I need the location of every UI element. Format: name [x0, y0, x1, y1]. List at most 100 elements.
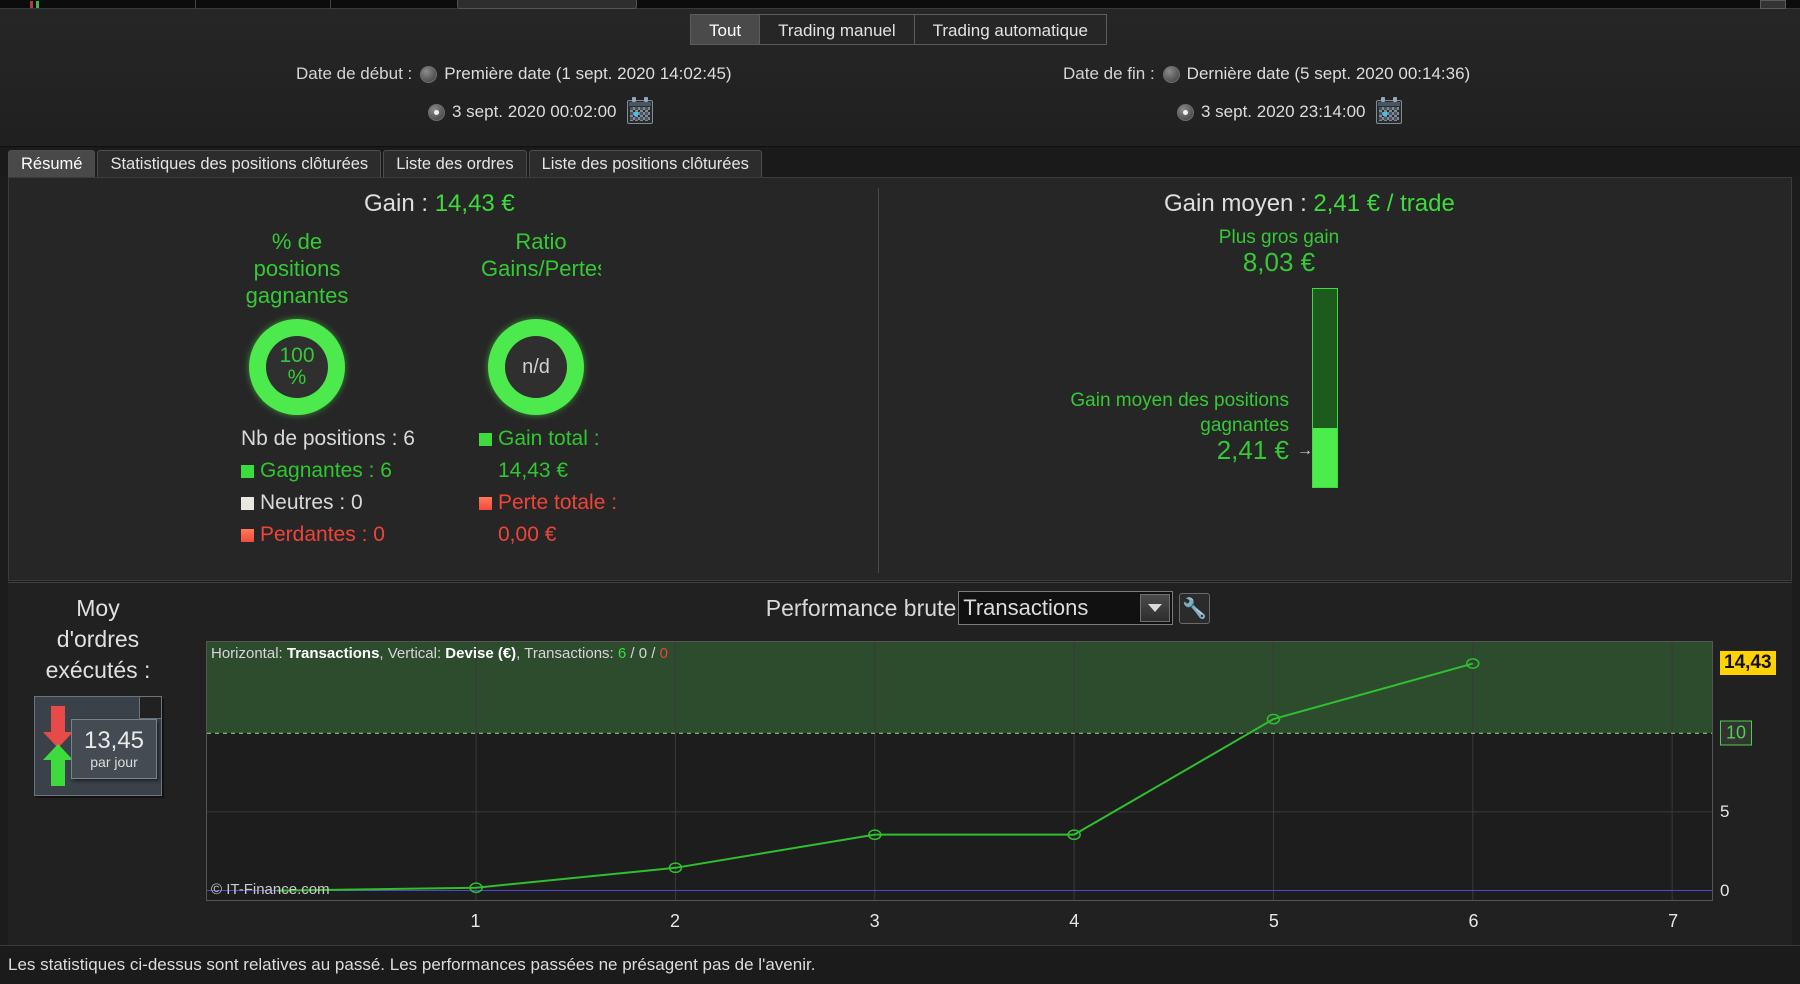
gauge-win-percent-suffix: % [287, 366, 307, 389]
arrow-down-icon [43, 706, 73, 748]
chart-data-points [470, 659, 1479, 892]
disclaimer-bar: Les statistiques ci-dessus sont relative… [0, 945, 1800, 984]
legend-vertical-prefix: , Vertical: [379, 645, 442, 662]
legend-horizontal-value: Transactions [286, 645, 380, 662]
gauge-ratio-value: n/d [522, 356, 550, 378]
date-end-custom-value[interactable]: 3 sept. 2020 23:14:00 [1201, 102, 1365, 122]
date-end-last-radio[interactable] [1162, 65, 1180, 83]
legend-horizontal-prefix: Horizontal: [211, 645, 283, 662]
mode-tab-group: Tout Trading manuel Trading automatique [690, 14, 1107, 45]
mode-tab-trading-automatique[interactable]: Trading automatique [914, 14, 1107, 45]
gain-title-value: 14,43 € [434, 190, 515, 217]
biggest-gain-value: 8,03 € [1242, 247, 1316, 277]
x-axis-tick: 4 [1069, 911, 1080, 931]
avg-orders-caption-2: d'ordres [56, 626, 140, 652]
legend-losses-count: 0 [659, 645, 668, 662]
section-tab-bar: Résumé Statistiques des positions clôtur… [0, 147, 1800, 177]
x-axis-tick: 2 [670, 911, 681, 931]
chart-copyright: © IT-Finance.com [211, 881, 330, 898]
date-start-block: Date de début : Première date (1 sept. 2… [296, 61, 732, 127]
avg-gain-value: 2,41 € [1216, 435, 1289, 465]
tab-resume[interactable]: Résumé [8, 150, 96, 177]
wrench-icon[interactable]: 🔧 [1179, 592, 1211, 624]
gauge-ratio-donut: n/d [488, 319, 584, 415]
x-axis-tick: 6 [1468, 911, 1479, 931]
summary-panel: Gain : 14,43 € % de positions gagnantes … [8, 177, 1792, 581]
y-axis-tick: 0 [1720, 881, 1730, 901]
chart-header: Performance brute Transactions 🔧 [188, 591, 1788, 625]
legend-wins-count: 6 [617, 645, 627, 662]
window-control-stub[interactable] [1760, 0, 1786, 9]
date-start-custom-value[interactable]: 3 sept. 2020 00:02:00 [452, 102, 616, 122]
gain-total-label: Gain total : [498, 427, 600, 450]
date-end-label: Date de fin : [1063, 64, 1155, 83]
positions-winners-label: Gagnantes : 6 [260, 459, 392, 482]
chart-svg [207, 642, 1712, 900]
x-axis-tick: 5 [1268, 911, 1279, 931]
gauge-win-percent-donut: 100 % [249, 319, 345, 415]
filter-header: Tout Trading manuel Trading automatique … [0, 9, 1800, 147]
gain-moyen-title-label: Gain moyen : [1164, 190, 1307, 217]
gain-total-swatch-icon [479, 432, 492, 446]
status-indicator-red [30, 1, 33, 8]
mode-tab-trading-manuel[interactable]: Trading manuel [760, 14, 915, 45]
mode-tab-tout[interactable]: Tout [690, 14, 761, 45]
top-toolbar-button[interactable] [457, 0, 637, 9]
positions-neutral-label: Neutres : 0 [260, 491, 363, 514]
performance-chart-wrap: Performance brute Transactions 🔧 Horizon… [188, 583, 1788, 945]
chart-x-axis: 1 2 3 4 5 6 7 [206, 911, 1713, 937]
avg-orders-box: Moy d'ordres exécutés : 13,45 par jour [18, 593, 178, 796]
performance-plot[interactable]: Horizontal: Transactions, Vertical: Devi… [206, 641, 1713, 901]
y-axis-tick: 10 [1720, 720, 1753, 746]
legend-vertical-value: Devise (€) [445, 645, 517, 662]
gain-bar-chart [1312, 288, 1338, 488]
chevron-down-icon[interactable] [1140, 594, 1171, 622]
date-start-custom-radio[interactable] [428, 103, 445, 121]
date-end-custom-radio[interactable] [1177, 103, 1194, 121]
y-axis-tick: 14,43 [1720, 650, 1776, 675]
positions-losers-label: Perdantes : 0 [260, 523, 385, 546]
gain-total-value: 14,43 € [498, 459, 569, 482]
gauge-ratio-caption-2: Gains/Pertes [481, 256, 601, 281]
perte-total-value: 0,00 € [498, 523, 557, 546]
date-filter-row: Date de début : Première date (1 sept. 2… [0, 61, 1800, 147]
tab-liste-positions-cloturees[interactable]: Liste des positions clôturées [528, 150, 762, 177]
chart-mode-select-value: Transactions [963, 595, 1089, 620]
gauge-win-percent-caption-1: % de [271, 229, 323, 254]
y-axis-tick: 5 [1720, 802, 1730, 822]
date-start-label: Date de début : [296, 64, 413, 83]
legend-counts-label: , Transactions: [516, 645, 614, 662]
legend-neutral-count: 0 [638, 645, 648, 662]
losers-swatch-icon [241, 528, 254, 542]
gauge-ratio-caption-1: Ratio [515, 229, 567, 254]
tab-liste-des-ordres[interactable]: Liste des ordres [383, 150, 527, 177]
gain-moyen-title-value: 2,41 € / trade [1313, 190, 1455, 217]
gauge-ratio: Ratio Gains/Pertes n/d [481, 228, 601, 415]
date-end-last-option-label: Dernière date (5 sept. 2020 00:14:36) [1186, 64, 1471, 83]
document-fold-icon [139, 697, 161, 719]
chart-mode-select[interactable]: Transactions [958, 591, 1174, 625]
calendar-icon[interactable] [627, 97, 654, 124]
date-end-block: Date de fin : Dernière date (5 sept. 202… [1063, 61, 1470, 127]
gain-title-label: Gain : [364, 190, 429, 217]
avg-orders-tooltip: 13,45 par jour [71, 719, 157, 779]
performance-section: Moy d'ordres exécutés : 13,45 par jour P… [8, 583, 1792, 945]
perte-total-swatch-icon [479, 496, 492, 510]
neutral-swatch-icon [241, 496, 254, 510]
window-top-strip [0, 0, 1800, 9]
disclaimer-text: Les statistiques ci-dessus sont relative… [8, 955, 816, 974]
trading-statistics-window: Tout Trading manuel Trading automatique … [0, 0, 1800, 984]
gauge-win-percent-value: 100 [279, 344, 315, 367]
arrow-up-icon [43, 744, 73, 786]
avg-orders-value: 13,45 [83, 727, 145, 754]
avg-orders-unit: par jour [90, 754, 138, 770]
date-start-first-radio[interactable] [420, 65, 438, 83]
panel-divider [878, 188, 879, 573]
avg-orders-caption-1: Moy [76, 595, 120, 621]
avg-orders-caption-3: exécutés : [45, 657, 151, 683]
tab-statistiques-positions-cloturees[interactable]: Statistiques des positions clôturées [97, 150, 382, 177]
status-indicator-green [36, 1, 39, 8]
calendar-icon[interactable] [1376, 97, 1403, 124]
orders-document-icon: 13,45 par jour [34, 696, 162, 796]
x-axis-tick: 7 [1668, 911, 1679, 931]
